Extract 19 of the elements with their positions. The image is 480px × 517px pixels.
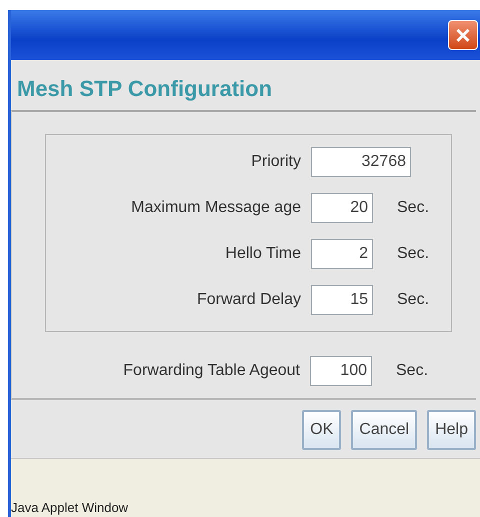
dialog-button[interactable]: OK (302, 410, 342, 450)
field-label: Hello Time (224, 244, 302, 264)
unit-label: Sec. (396, 198, 430, 218)
number-field[interactable]: 15 (311, 285, 373, 316)
unit-label: Sec. (396, 244, 430, 264)
unit-label: Sec. (395, 361, 430, 382)
dialog-button[interactable]: Help (427, 410, 476, 450)
number-field[interactable]: 32768 (311, 147, 411, 178)
number-field[interactable]: 100 (310, 356, 372, 386)
number-field[interactable]: 20 (311, 193, 373, 224)
field-label: Forward Delay (196, 290, 302, 310)
unit-label: Sec. (396, 290, 430, 310)
field-label: Forwarding Table Ageout (122, 361, 301, 382)
field-label: Maximum Message age (130, 198, 302, 218)
field-label: Priority (250, 152, 302, 172)
number-field[interactable]: 2 (311, 239, 373, 270)
dialog-heading: Mesh STP Configuration (16, 75, 274, 103)
dialog-button[interactable]: Cancel (351, 410, 418, 450)
status-text: Java Applet Window (11, 498, 128, 517)
